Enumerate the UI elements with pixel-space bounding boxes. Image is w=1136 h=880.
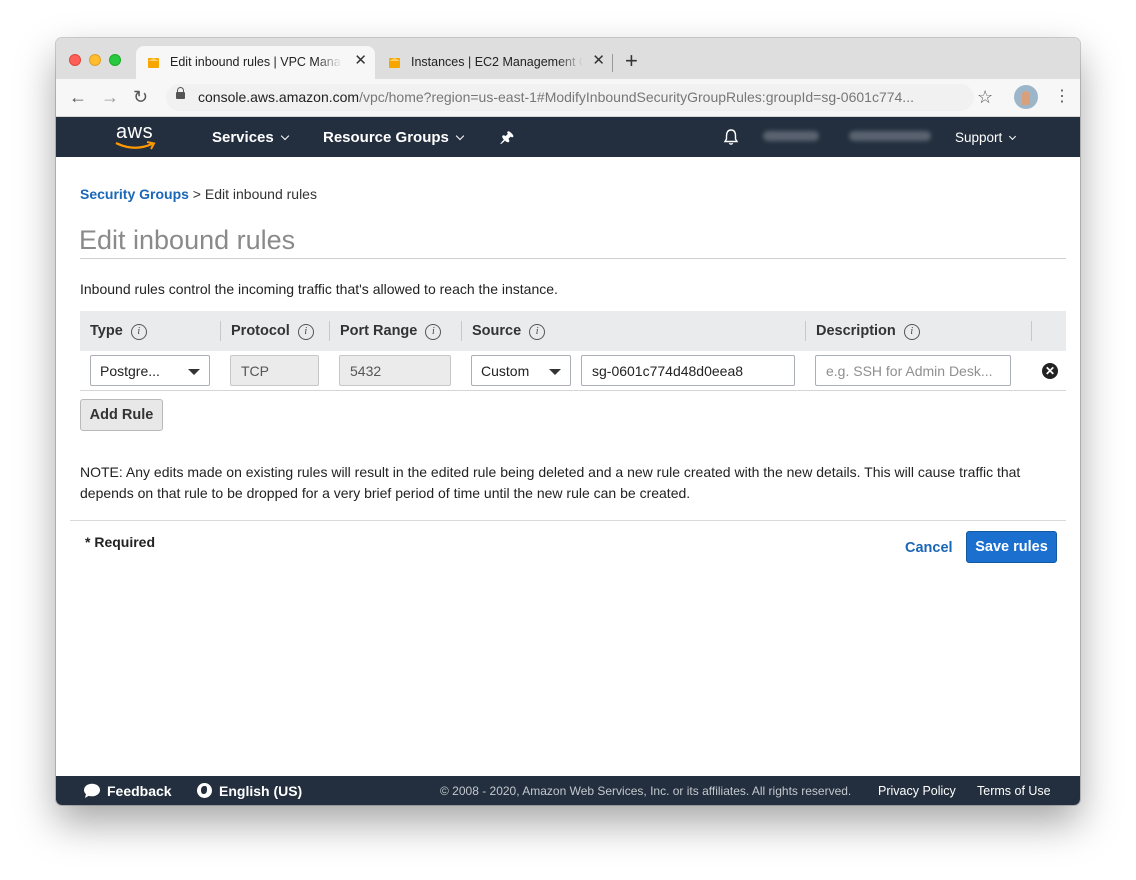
copyright-text: © 2008 - 2020, Amazon Web Services, Inc.… bbox=[440, 784, 852, 798]
support-menu[interactable]: Support bbox=[955, 130, 1017, 145]
column-header-type: Type i bbox=[90, 323, 147, 340]
close-tab-icon[interactable]: ✕ bbox=[354, 53, 367, 69]
tab-title: Edit inbound rules | VPC Management Cons… bbox=[170, 55, 342, 69]
column-header-protocol: Protocol i bbox=[231, 323, 314, 340]
browser-toolbar: ← → ↻ console.aws.amazon.com/vpc/home?re… bbox=[56, 79, 1080, 117]
pin-icon[interactable]: 🖈 bbox=[500, 127, 514, 152]
column-divider bbox=[220, 321, 221, 341]
info-icon[interactable]: i bbox=[297, 324, 314, 340]
account-menu-blurred[interactable] bbox=[763, 131, 819, 141]
column-header-source: Source i bbox=[472, 323, 546, 340]
column-divider bbox=[805, 321, 806, 341]
browser-menu-icon[interactable]: ⋮ bbox=[1054, 85, 1070, 109]
zoom-window-button[interactable] bbox=[109, 54, 121, 66]
lock-icon bbox=[176, 87, 185, 99]
info-icon[interactable]: i bbox=[130, 324, 147, 340]
browser-window: Edit inbound rules | VPC Management Cons… bbox=[56, 38, 1080, 805]
protocol-field: TCP bbox=[230, 355, 319, 386]
back-icon[interactable]: ← bbox=[69, 87, 87, 107]
source-input[interactable]: sg-0601c774d48d0eea8 bbox=[581, 355, 795, 386]
form-footer-divider bbox=[70, 520, 1066, 521]
tab-vpc-console[interactable]: Edit inbound rules | VPC Management Cons… bbox=[136, 46, 375, 79]
feedback-bubble-icon bbox=[84, 783, 100, 798]
type-select[interactable]: Postgre... bbox=[90, 355, 210, 386]
dropdown-arrow-icon bbox=[188, 369, 200, 375]
address-bar[interactable]: console.aws.amazon.com/vpc/home?region=u… bbox=[166, 84, 974, 111]
chevron-down-icon bbox=[455, 131, 465, 141]
title-divider bbox=[80, 258, 1066, 259]
column-divider bbox=[1031, 321, 1032, 341]
privacy-policy-link[interactable]: Privacy Policy bbox=[878, 784, 956, 798]
cancel-button[interactable]: Cancel bbox=[905, 540, 953, 556]
remove-rule-icon[interactable]: ✕ bbox=[1042, 363, 1058, 379]
terms-of-use-link[interactable]: Terms of Use bbox=[977, 784, 1051, 798]
tab-title: Instances | EC2 Management Console bbox=[411, 55, 583, 69]
dropdown-arrow-icon bbox=[549, 369, 561, 375]
globe-icon bbox=[197, 783, 212, 798]
tab-ec2-console[interactable]: Instances | EC2 Management Console ✕ bbox=[377, 46, 613, 79]
column-header-port-range: Port Range i bbox=[340, 323, 442, 340]
minimize-window-button[interactable] bbox=[89, 54, 101, 66]
language-selector[interactable]: English (US) bbox=[197, 783, 302, 799]
tab-strip: Edit inbound rules | VPC Management Cons… bbox=[56, 38, 1080, 79]
aws-smile-icon bbox=[115, 141, 156, 150]
intro-text: Inbound rules control the incoming traff… bbox=[80, 281, 558, 297]
close-window-button[interactable] bbox=[69, 54, 81, 66]
aws-favicon-icon bbox=[389, 58, 400, 68]
main-content: Security Groups > Edit inbound rules Edi… bbox=[56, 157, 1080, 776]
chevron-down-icon bbox=[1009, 132, 1017, 141]
close-tab-icon[interactable]: ✕ bbox=[592, 53, 605, 69]
save-rules-button[interactable]: Save rules bbox=[966, 531, 1057, 563]
required-label: * Required bbox=[85, 534, 156, 550]
forward-icon[interactable]: → bbox=[101, 87, 119, 107]
feedback-link[interactable]: Feedback bbox=[83, 783, 172, 799]
page-title: Edit inbound rules bbox=[79, 225, 296, 255]
aws-logo[interactable]: aws bbox=[115, 121, 156, 150]
description-input[interactable]: e.g. SSH for Admin Desk... bbox=[815, 355, 1011, 386]
rules-table-header: Type i Protocol i Port Range i Source i Desc… bbox=[80, 311, 1066, 351]
services-menu[interactable]: Services bbox=[212, 129, 289, 146]
resource-groups-menu[interactable]: Resource Groups bbox=[323, 129, 465, 146]
port-range-field: 5432 bbox=[339, 355, 451, 386]
bookmark-star-icon[interactable]: ☆ bbox=[977, 87, 993, 107]
new-tab-button[interactable]: + bbox=[625, 49, 638, 73]
column-divider bbox=[329, 321, 330, 341]
breadcrumb: Security Groups > Edit inbound rules bbox=[80, 186, 317, 202]
info-icon[interactable]: i bbox=[425, 324, 442, 340]
column-divider bbox=[461, 321, 462, 341]
note-text: NOTE: Any edits made on existing rules w… bbox=[80, 464, 1021, 501]
source-type-select[interactable]: Custom bbox=[471, 355, 571, 386]
info-icon[interactable]: i bbox=[529, 324, 546, 340]
rule-row: Postgre... TCP 5432 Custom sg-0601c774d4… bbox=[80, 351, 1066, 391]
breadcrumb-current: Edit inbound rules bbox=[204, 186, 317, 202]
chevron-down-icon bbox=[280, 131, 289, 141]
url-text: console.aws.amazon.com/vpc/home?region=u… bbox=[198, 89, 914, 105]
region-menu-blurred[interactable] bbox=[849, 131, 931, 141]
info-icon[interactable]: i bbox=[903, 324, 920, 340]
profile-avatar[interactable] bbox=[1014, 85, 1038, 109]
reload-icon[interactable]: ↻ bbox=[133, 87, 148, 107]
bell-icon[interactable] bbox=[723, 128, 739, 146]
aws-favicon-icon bbox=[148, 58, 159, 68]
add-rule-button[interactable]: Add Rule bbox=[80, 399, 163, 431]
column-header-description: Description i bbox=[816, 323, 920, 340]
aws-console-header: aws Services Resource Groups 🖈 Support bbox=[56, 117, 1080, 157]
console-footer: Feedback English (US) © 2008 - 2020, Ama… bbox=[56, 776, 1080, 805]
breadcrumb-security-groups-link[interactable]: Security Groups bbox=[80, 186, 189, 202]
tab-separator bbox=[612, 54, 613, 72]
